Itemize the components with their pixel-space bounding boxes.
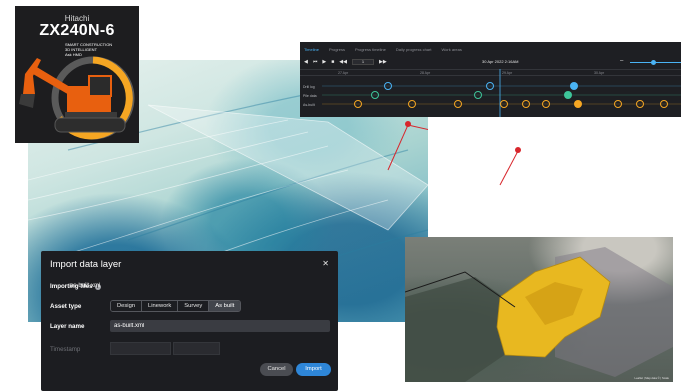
timestamp-time-field[interactable]: [173, 342, 220, 355]
layer-name-input[interactable]: [110, 320, 330, 332]
map-attribution: Leaflet | Map data © | Scale: [634, 376, 669, 380]
timestamp-label: Timestamp: [50, 346, 81, 353]
machine-card: Hitachi ZX240N-6 SMART CONSTRUCTION 3D I…: [15, 6, 139, 143]
excavator-image: [19, 56, 135, 140]
machine-model: ZX240N-6: [39, 22, 115, 39]
cancel-button[interactable]: Cancel: [260, 363, 293, 376]
timestamp-date-field[interactable]: [110, 342, 171, 355]
timeline-panel: Timeline Progress Progress timeline Dail…: [300, 42, 681, 117]
asset-type-as-built[interactable]: As built: [209, 301, 241, 311]
marker-pin: [405, 121, 411, 127]
event-marker-selected: [564, 91, 572, 99]
import-button[interactable]: Import: [296, 363, 331, 376]
close-icon[interactable]: ✕: [322, 259, 329, 268]
file-name: as-built.xml: [70, 283, 101, 289]
3d-surface-view[interactable]: Leaflet | Map data © | Scale: [405, 237, 673, 382]
event-marker-selected: [574, 100, 582, 108]
marker-pin: [515, 147, 521, 153]
asset-type-design[interactable]: Design: [111, 301, 143, 311]
event-marker-selected: [570, 82, 578, 90]
layer-name-label: Layer name: [50, 323, 85, 330]
asset-type-survey[interactable]: Survey: [178, 301, 210, 311]
asset-type-linework[interactable]: Linework: [142, 301, 179, 311]
dialog-title: Import data layer: [50, 259, 122, 270]
asset-type-label: Asset type: [50, 303, 82, 310]
asset-type-selector: Design Linework Survey As built: [110, 300, 242, 312]
